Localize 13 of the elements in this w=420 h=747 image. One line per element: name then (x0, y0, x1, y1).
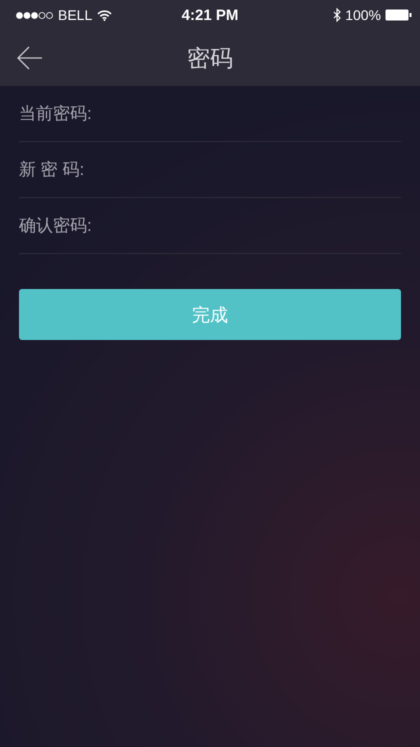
field-label: 当前密码: (19, 103, 92, 125)
clock-time: 4:21 PM (182, 6, 238, 24)
field-label: 新 密 码: (19, 159, 84, 181)
battery-percent: 100% (345, 7, 381, 23)
page-title: 密码 (187, 44, 233, 72)
bluetooth-icon (333, 8, 342, 22)
done-button[interactable]: 完成 (19, 289, 401, 340)
carrier-name: BELL (58, 7, 92, 23)
battery-icon (385, 9, 412, 21)
back-button[interactable] (16, 44, 44, 72)
wifi-icon (97, 10, 112, 20)
field-label: 确认密码: (19, 215, 92, 237)
signal-icon (16, 12, 53, 18)
